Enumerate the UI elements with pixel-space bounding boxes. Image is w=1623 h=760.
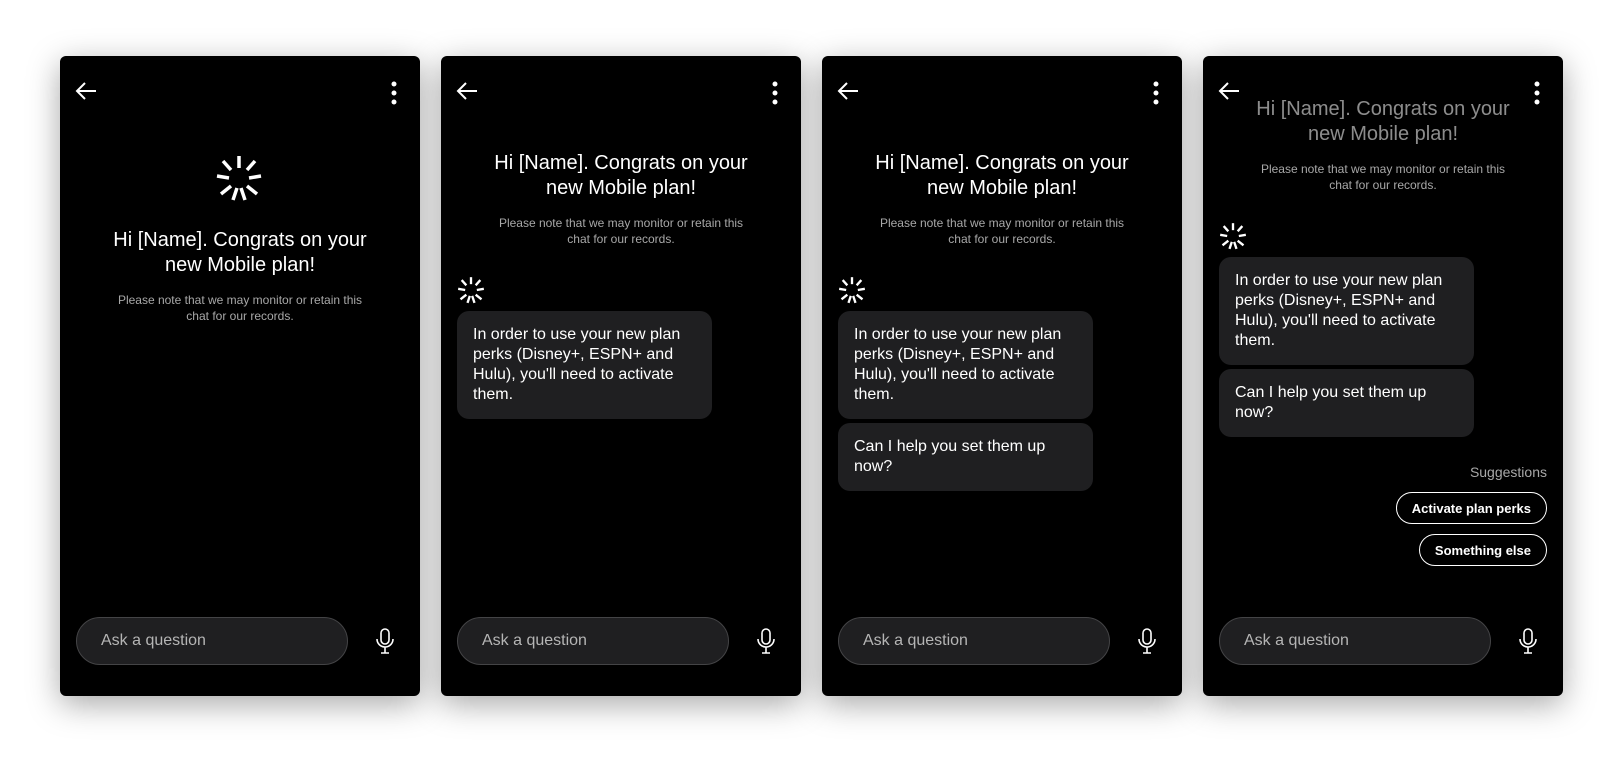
bot-message-perks: In order to use your new plan perks (Dis… bbox=[838, 311, 1093, 419]
back-button[interactable] bbox=[72, 76, 102, 106]
more-options-button[interactable] bbox=[1146, 78, 1166, 108]
suggestions-label: Suggestions bbox=[1469, 464, 1547, 480]
greeting: Hi [Name]. Congrats on your new Mobile p… bbox=[60, 228, 420, 324]
question-input[interactable] bbox=[99, 631, 325, 651]
bot-message-help: Can I help you set them up now? bbox=[1219, 369, 1474, 437]
question-input-bar[interactable] bbox=[838, 617, 1110, 665]
privacy-note: Please note that we may monitor or retai… bbox=[879, 216, 1125, 246]
question-input-bar[interactable] bbox=[457, 617, 729, 665]
more-options-button[interactable] bbox=[1527, 78, 1547, 108]
greeting-title: Hi [Name]. Congrats on your new Mobile p… bbox=[1256, 98, 1510, 145]
question-input-bar[interactable] bbox=[1219, 617, 1491, 665]
greeting: Hi [Name]. Congrats on your new Mobile p… bbox=[1203, 97, 1563, 193]
chat-screen-4: Hi [Name]. Congrats on your new Mobile p… bbox=[1203, 56, 1563, 696]
question-input[interactable] bbox=[480, 631, 706, 651]
back-button[interactable] bbox=[1215, 76, 1245, 106]
sparkle-burst-icon bbox=[457, 277, 485, 304]
microphone-button[interactable] bbox=[1513, 626, 1543, 656]
more-options-button[interactable] bbox=[765, 78, 785, 108]
sparkle-burst-icon bbox=[216, 156, 262, 201]
chat-screen-3: Hi [Name]. Congrats on your new Mobile p… bbox=[822, 56, 1182, 696]
greeting-title: Hi [Name]. Congrats on your new Mobile p… bbox=[113, 229, 367, 276]
vertical-dots-icon bbox=[391, 81, 397, 105]
bot-message-perks: In order to use your new plan perks (Dis… bbox=[457, 311, 712, 419]
microphone-icon bbox=[757, 628, 775, 654]
microphone-button[interactable] bbox=[1132, 626, 1162, 656]
microphone-icon bbox=[1519, 628, 1537, 654]
greeting-title: Hi [Name]. Congrats on your new Mobile p… bbox=[494, 152, 748, 199]
chat-screen-2: Hi [Name]. Congrats on your new Mobile p… bbox=[441, 56, 801, 696]
privacy-note: Please note that we may monitor or retai… bbox=[117, 293, 363, 323]
bot-message-help: Can I help you set them up now? bbox=[838, 423, 1093, 491]
sparkle-burst-icon bbox=[1219, 223, 1247, 250]
back-button[interactable] bbox=[834, 76, 864, 106]
suggestion-something-else[interactable]: Something else bbox=[1418, 534, 1547, 566]
question-input[interactable] bbox=[861, 631, 1087, 651]
vertical-dots-icon bbox=[772, 81, 778, 105]
bot-message-perks: In order to use your new plan perks (Dis… bbox=[1219, 257, 1474, 365]
arrow-left-icon bbox=[75, 82, 96, 100]
privacy-note: Please note that we may monitor or retai… bbox=[498, 216, 744, 246]
question-input-bar[interactable] bbox=[76, 617, 348, 665]
arrow-left-icon bbox=[837, 82, 858, 100]
sparkle-burst-icon bbox=[838, 277, 866, 304]
vertical-dots-icon bbox=[1534, 81, 1540, 105]
suggestion-activate-plan-perks[interactable]: Activate plan perks bbox=[1395, 492, 1547, 524]
arrow-left-icon bbox=[1218, 82, 1239, 100]
more-options-button[interactable] bbox=[384, 78, 404, 108]
microphone-button[interactable] bbox=[751, 626, 781, 656]
question-input[interactable] bbox=[1242, 631, 1468, 651]
microphone-icon bbox=[376, 628, 394, 654]
microphone-icon bbox=[1138, 628, 1156, 654]
arrow-left-icon bbox=[456, 82, 477, 100]
greeting: Hi [Name]. Congrats on your new Mobile p… bbox=[822, 151, 1182, 247]
vertical-dots-icon bbox=[1153, 81, 1159, 105]
greeting: Hi [Name]. Congrats on your new Mobile p… bbox=[441, 151, 801, 247]
greeting-title: Hi [Name]. Congrats on your new Mobile p… bbox=[875, 152, 1129, 199]
privacy-note: Please note that we may monitor or retai… bbox=[1260, 162, 1506, 192]
chat-screen-1: Hi [Name]. Congrats on your new Mobile p… bbox=[60, 56, 420, 696]
microphone-button[interactable] bbox=[370, 626, 400, 656]
back-button[interactable] bbox=[453, 76, 483, 106]
